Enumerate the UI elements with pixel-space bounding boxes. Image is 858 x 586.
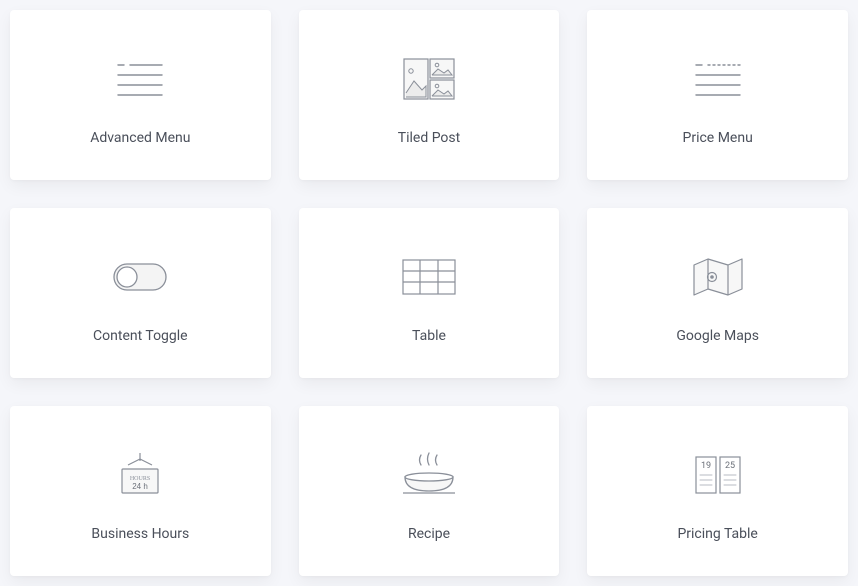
svg-text:25: 25 [725,461,735,471]
card-tiled-post[interactable]: Tiled Post [299,10,560,180]
card-label: Content Toggle [93,328,188,344]
card-label: Advanced Menu [90,130,190,146]
google-maps-icon [690,242,746,312]
card-table[interactable]: Table [299,208,560,378]
card-label: Pricing Table [677,526,757,542]
card-label: Table [412,328,446,344]
card-recipe[interactable]: Recipe [299,406,560,576]
recipe-icon [399,440,459,510]
svg-text:24 h: 24 h [133,482,149,491]
card-content-toggle[interactable]: Content Toggle [10,208,271,378]
content-toggle-icon [110,242,170,312]
tiled-post-icon [402,44,456,114]
card-label: Price Menu [683,130,753,146]
card-label: Business Hours [91,526,189,542]
card-business-hours[interactable]: HOURS 24 h Business Hours [10,406,271,576]
card-pricing-table[interactable]: 19 25 Pricing Table [587,406,848,576]
business-hours-icon: HOURS 24 h [114,440,166,510]
svg-text:19: 19 [701,461,711,471]
pricing-table-icon: 19 25 [690,440,746,510]
card-label: Google Maps [676,328,759,344]
price-menu-icon [688,44,748,114]
advanced-menu-icon [110,44,170,114]
card-price-menu[interactable]: Price Menu [587,10,848,180]
card-google-maps[interactable]: Google Maps [587,208,848,378]
widget-grid: Advanced Menu Tiled Post [10,10,848,576]
card-label: Recipe [408,526,450,542]
table-icon [401,242,457,312]
card-label: Tiled Post [398,130,461,146]
card-advanced-menu[interactable]: Advanced Menu [10,10,271,180]
